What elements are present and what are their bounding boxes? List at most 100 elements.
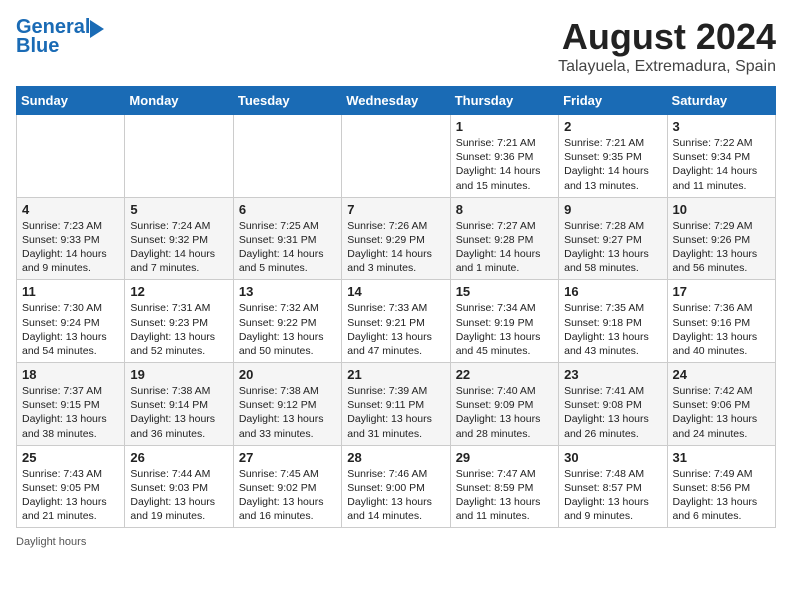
calendar-cell (17, 115, 125, 198)
calendar-cell: 15 Sunrise: 7:34 AM Sunset: 9:19 PM Dayli… (450, 280, 558, 363)
day-header-friday: Friday (559, 87, 667, 115)
day-info: Sunrise: 7:45 AM Sunset: 9:02 PM Dayligh… (239, 467, 336, 524)
day-header-sunday: Sunday (17, 87, 125, 115)
calendar-cell: 27 Sunrise: 7:45 AM Sunset: 9:02 PM Dayli… (233, 445, 341, 528)
calendar-week-5: 25 Sunrise: 7:43 AM Sunset: 9:05 PM Dayli… (17, 445, 776, 528)
day-info: Sunrise: 7:32 AM Sunset: 9:22 PM Dayligh… (239, 301, 336, 358)
page-header: General Blue August 2024 Talayuela, Extr… (16, 16, 776, 76)
day-info: Sunrise: 7:22 AM Sunset: 9:34 PM Dayligh… (673, 136, 770, 193)
calendar-header-row: SundayMondayTuesdayWednesdayThursdayFrid… (17, 87, 776, 115)
calendar-cell: 31 Sunrise: 7:49 AM Sunset: 8:56 PM Dayli… (667, 445, 775, 528)
day-info: Sunrise: 7:25 AM Sunset: 9:31 PM Dayligh… (239, 219, 336, 276)
calendar-cell: 8 Sunrise: 7:27 AM Sunset: 9:28 PM Daylig… (450, 197, 558, 280)
day-number: 13 (239, 284, 336, 299)
calendar-cell: 2 Sunrise: 7:21 AM Sunset: 9:35 PM Daylig… (559, 115, 667, 198)
calendar-cell: 30Sunrise: 7:48 AM Sunset: 8:57 PM Dayli… (559, 445, 667, 528)
day-info: Sunrise: 7:49 AM Sunset: 8:56 PM Dayligh… (673, 467, 770, 524)
calendar-cell: 16 Sunrise: 7:35 AM Sunset: 9:18 PM Dayli… (559, 280, 667, 363)
logo-triangle-icon (90, 20, 104, 38)
calendar-week-3: 11 Sunrise: 7:30 AM Sunset: 9:24 PM Dayli… (17, 280, 776, 363)
day-info: Sunrise: 7:47 AM Sunset: 8:59 PM Dayligh… (456, 467, 553, 524)
day-info: Sunrise: 7:44 AM Sunset: 9:03 PM Dayligh… (130, 467, 227, 524)
day-number: 24 (673, 367, 770, 382)
daylight-label: Daylight hours (16, 536, 86, 548)
day-number: 5 (130, 202, 227, 217)
day-number: 3 (673, 119, 770, 134)
calendar-cell: 4 Sunrise: 7:23 AM Sunset: 9:33 PM Daylig… (17, 197, 125, 280)
day-info: Sunrise: 7:43 AM Sunset: 9:05 PM Dayligh… (22, 467, 119, 524)
calendar-cell: 22 Sunrise: 7:40 AM Sunset: 9:09 PM Dayli… (450, 363, 558, 446)
calendar-cell: 17Sunrise: 7:36 AM Sunset: 9:16 PM Dayli… (667, 280, 775, 363)
day-number: 18 (22, 367, 119, 382)
day-info: Sunrise: 7:27 AM Sunset: 9:28 PM Dayligh… (456, 219, 553, 276)
calendar-cell: 19 Sunrise: 7:38 AM Sunset: 9:14 PM Dayli… (125, 363, 233, 446)
day-info: Sunrise: 7:39 AM Sunset: 9:11 PM Dayligh… (347, 384, 444, 441)
day-info: Sunrise: 7:41 AM Sunset: 9:08 PM Dayligh… (564, 384, 661, 441)
calendar-title-area: August 2024 Talayuela, Extremadura, Spai… (558, 16, 776, 76)
calendar-week-4: 18Sunrise: 7:37 AM Sunset: 9:15 PM Dayli… (17, 363, 776, 446)
day-info: Sunrise: 7:23 AM Sunset: 9:33 PM Dayligh… (22, 219, 119, 276)
calendar-cell (125, 115, 233, 198)
month-title: August 2024 (558, 16, 776, 58)
calendar-cell (342, 115, 450, 198)
footer: Daylight hours (16, 536, 776, 548)
day-info: Sunrise: 7:24 AM Sunset: 9:32 PM Dayligh… (130, 219, 227, 276)
calendar-cell: 26 Sunrise: 7:44 AM Sunset: 9:03 PM Dayli… (125, 445, 233, 528)
day-number: 10 (673, 202, 770, 217)
calendar-cell: 1 Sunrise: 7:21 AM Sunset: 9:36 PM Daylig… (450, 115, 558, 198)
day-info: Sunrise: 7:21 AM Sunset: 9:35 PM Dayligh… (564, 136, 661, 193)
calendar-week-2: 4 Sunrise: 7:23 AM Sunset: 9:33 PM Daylig… (17, 197, 776, 280)
calendar-cell: 24 Sunrise: 7:42 AM Sunset: 9:06 PM Dayli… (667, 363, 775, 446)
calendar-cell (233, 115, 341, 198)
day-info: Sunrise: 7:42 AM Sunset: 9:06 PM Dayligh… (673, 384, 770, 441)
day-number: 27 (239, 450, 336, 465)
day-header-tuesday: Tuesday (233, 87, 341, 115)
calendar-cell: 5 Sunrise: 7:24 AM Sunset: 9:32 PM Daylig… (125, 197, 233, 280)
calendar-cell: 21Sunrise: 7:39 AM Sunset: 9:11 PM Dayli… (342, 363, 450, 446)
logo: General Blue (16, 16, 104, 58)
day-header-saturday: Saturday (667, 87, 775, 115)
day-info: Sunrise: 7:38 AM Sunset: 9:14 PM Dayligh… (130, 384, 227, 441)
calendar-cell: 3 Sunrise: 7:22 AM Sunset: 9:34 PM Daylig… (667, 115, 775, 198)
day-info: Sunrise: 7:29 AM Sunset: 9:26 PM Dayligh… (673, 219, 770, 276)
day-info: Sunrise: 7:40 AM Sunset: 9:09 PM Dayligh… (456, 384, 553, 441)
calendar-cell: 20Sunrise: 7:38 AM Sunset: 9:12 PM Dayli… (233, 363, 341, 446)
day-info: Sunrise: 7:34 AM Sunset: 9:19 PM Dayligh… (456, 301, 553, 358)
day-number: 2 (564, 119, 661, 134)
day-header-wednesday: Wednesday (342, 87, 450, 115)
day-number: 26 (130, 450, 227, 465)
day-number: 22 (456, 367, 553, 382)
calendar-cell: 25 Sunrise: 7:43 AM Sunset: 9:05 PM Dayli… (17, 445, 125, 528)
calendar-cell: 29Sunrise: 7:47 AM Sunset: 8:59 PM Dayli… (450, 445, 558, 528)
day-number: 11 (22, 284, 119, 299)
day-info: Sunrise: 7:36 AM Sunset: 9:16 PM Dayligh… (673, 301, 770, 358)
day-number: 19 (130, 367, 227, 382)
day-number: 6 (239, 202, 336, 217)
day-info: Sunrise: 7:31 AM Sunset: 9:23 PM Dayligh… (130, 301, 227, 358)
day-number: 4 (22, 202, 119, 217)
day-number: 12 (130, 284, 227, 299)
location-title: Talayuela, Extremadura, Spain (558, 58, 776, 76)
day-number: 1 (456, 119, 553, 134)
day-info: Sunrise: 7:33 AM Sunset: 9:21 PM Dayligh… (347, 301, 444, 358)
calendar-cell: 28Sunrise: 7:46 AM Sunset: 9:00 PM Dayli… (342, 445, 450, 528)
day-number: 15 (456, 284, 553, 299)
day-info: Sunrise: 7:46 AM Sunset: 9:00 PM Dayligh… (347, 467, 444, 524)
day-number: 7 (347, 202, 444, 217)
calendar-cell: 18Sunrise: 7:37 AM Sunset: 9:15 PM Dayli… (17, 363, 125, 446)
day-number: 9 (564, 202, 661, 217)
calendar-cell: 7Sunrise: 7:26 AM Sunset: 9:29 PM Daylig… (342, 197, 450, 280)
calendar-cell: 10 Sunrise: 7:29 AM Sunset: 9:26 PM Dayli… (667, 197, 775, 280)
day-info: Sunrise: 7:35 AM Sunset: 9:18 PM Dayligh… (564, 301, 661, 358)
day-info: Sunrise: 7:38 AM Sunset: 9:12 PM Dayligh… (239, 384, 336, 441)
day-number: 25 (22, 450, 119, 465)
day-info: Sunrise: 7:30 AM Sunset: 9:24 PM Dayligh… (22, 301, 119, 358)
day-info: Sunrise: 7:21 AM Sunset: 9:36 PM Dayligh… (456, 136, 553, 193)
day-number: 23 (564, 367, 661, 382)
day-number: 16 (564, 284, 661, 299)
day-number: 8 (456, 202, 553, 217)
day-number: 14 (347, 284, 444, 299)
day-number: 31 (673, 450, 770, 465)
calendar-week-1: 1 Sunrise: 7:21 AM Sunset: 9:36 PM Daylig… (17, 115, 776, 198)
calendar-table: SundayMondayTuesdayWednesdayThursdayFrid… (16, 86, 776, 528)
